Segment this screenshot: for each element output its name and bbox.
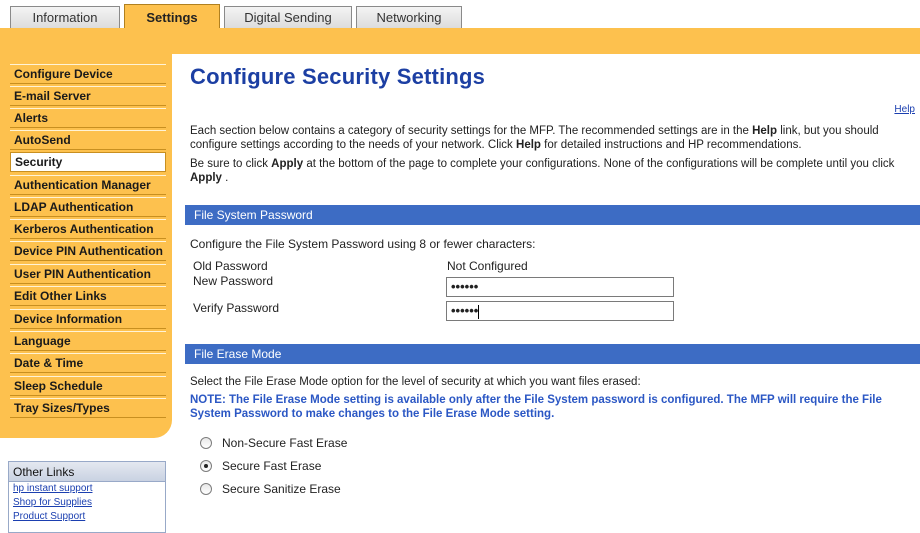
fs-password-instruction: Configure the File System Password using… xyxy=(190,237,536,251)
section-header-file-system-password: File System Password xyxy=(185,205,920,225)
link-hp-instant-support[interactable]: hp instant support xyxy=(9,482,165,496)
radio-secure-fast-erase[interactable]: Secure Fast Erase xyxy=(200,458,321,474)
help-link[interactable]: Help xyxy=(894,104,915,115)
sidebar-item-ldap-authentication[interactable]: LDAP Authentication xyxy=(10,197,166,217)
sidebar-item-device-pin-authentication[interactable]: Device PIN Authentication xyxy=(10,241,166,261)
sidebar-item-kerberos-authentication[interactable]: Kerberos Authentication xyxy=(10,219,166,239)
link-product-support[interactable]: Product Support xyxy=(9,510,165,524)
page-title: Configure Security Settings xyxy=(190,64,486,89)
sidebar-item-user-pin-authentication[interactable]: User PIN Authentication xyxy=(10,264,166,284)
intro-paragraph-1: Each section below contains a category o… xyxy=(190,125,879,151)
sidebar-item-email-server[interactable]: E-mail Server xyxy=(10,86,166,106)
radio-non-secure-fast-erase[interactable]: Non-Secure Fast Erase xyxy=(200,435,347,451)
apply-inline-2: Apply xyxy=(190,172,222,184)
radio-button-checked[interactable] xyxy=(200,460,212,472)
new-password-field[interactable]: •••••• xyxy=(446,277,674,297)
radio-label: Secure Fast Erase xyxy=(222,459,322,473)
old-password-label: Old Password xyxy=(193,259,268,273)
intro-paragraph-2: Be sure to click Apply at the bottom of … xyxy=(190,158,895,184)
verify-password-label: Verify Password xyxy=(193,301,280,315)
tab-information[interactable]: Information xyxy=(10,6,120,28)
erase-mode-note: NOTE: The File Erase Mode setting is ava… xyxy=(190,394,882,420)
section-header-file-erase-mode: File Erase Mode xyxy=(185,344,920,364)
sidebar-item-tray-sizes-types[interactable]: Tray Sizes/Types xyxy=(10,398,166,418)
tab-digital-sending[interactable]: Digital Sending xyxy=(224,6,352,28)
link-shop-for-supplies[interactable]: Shop for Supplies xyxy=(9,496,165,510)
radio-button-unchecked[interactable] xyxy=(200,437,212,449)
other-links-box: Other Links hp instant support Shop for … xyxy=(8,461,166,533)
verify-password-field[interactable]: •••••• xyxy=(446,301,674,321)
tab-networking[interactable]: Networking xyxy=(356,6,462,28)
new-password-label: New Password xyxy=(193,274,274,288)
header-band xyxy=(0,28,920,54)
other-links-title: Other Links xyxy=(9,462,165,482)
text-cursor xyxy=(478,304,480,319)
sidebar-item-autosend[interactable]: AutoSend xyxy=(10,130,166,150)
radio-label: Secure Sanitize Erase xyxy=(222,482,341,496)
tab-settings[interactable]: Settings xyxy=(124,4,220,30)
radio-button-unchecked[interactable] xyxy=(200,483,212,495)
sidebar-item-alerts[interactable]: Alerts xyxy=(10,108,166,128)
sidebar-item-security[interactable]: Security xyxy=(10,152,166,172)
top-tab-bar: Information Settings Digital Sending Net… xyxy=(0,0,920,30)
sidebar-item-date-time[interactable]: Date & Time xyxy=(10,353,166,373)
sidebar-item-sleep-schedule[interactable]: Sleep Schedule xyxy=(10,376,166,396)
radio-secure-sanitize-erase[interactable]: Secure Sanitize Erase xyxy=(200,481,341,497)
apply-inline-1: Apply xyxy=(271,158,304,170)
sidebar-item-edit-other-links[interactable]: Edit Other Links xyxy=(10,286,166,306)
help-inline-1: Help xyxy=(752,125,778,137)
sidebar-item-language[interactable]: Language xyxy=(10,331,166,351)
old-password-value: Not Configured xyxy=(447,259,528,273)
sidebar-item-device-information[interactable]: Device Information xyxy=(10,309,166,329)
radio-label: Non-Secure Fast Erase xyxy=(222,436,348,450)
sidebar-item-configure-device[interactable]: Configure Device xyxy=(10,64,166,84)
help-inline-2: Help xyxy=(516,139,541,151)
erase-mode-instruction: Select the File Erase Mode option for th… xyxy=(190,376,641,388)
sidebar-item-authentication-manager[interactable]: Authentication Manager xyxy=(10,175,166,195)
